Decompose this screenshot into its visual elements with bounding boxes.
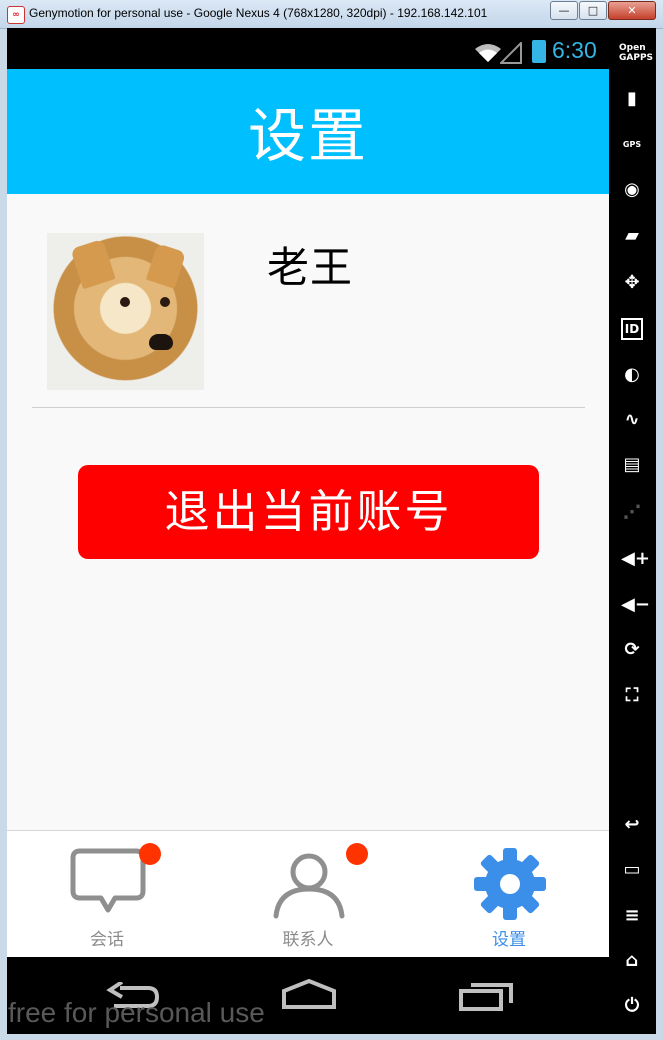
pixel-perfect-icon[interactable]: ⛶ (621, 685, 643, 707)
gear-icon (474, 848, 546, 920)
status-time: 6:30 (552, 37, 597, 63)
home-nav-icon[interactable] (280, 978, 338, 1010)
back-icon[interactable]: ↩ (621, 814, 643, 836)
tab-contacts[interactable]: 联系人 (208, 831, 408, 958)
gps-icon[interactable]: GPS (621, 134, 643, 156)
sms-icon[interactable]: ▤ (621, 454, 643, 476)
device-id-icon[interactable]: ID (621, 318, 643, 340)
dpad-icon[interactable]: ✥ (621, 272, 643, 294)
genymotion-tools-panel: Open GAPPS ▮ GPS ◉ ▰ ✥ ID ◐ ∿ ▤ ⋰ ◀+ ◀− … (609, 32, 656, 1034)
minimize-button[interactable]: — (550, 1, 578, 20)
app-header: 设置 (7, 69, 609, 194)
window-title: Genymotion for personal use - Google Nex… (29, 6, 488, 20)
power-icon[interactable]: ⏻ (621, 995, 643, 1017)
recent-apps-tool-icon[interactable]: ▭ (621, 859, 643, 881)
avatar-nose (149, 334, 173, 350)
watermark: free for personal use (8, 997, 265, 1028)
wifi-icon (475, 44, 501, 62)
username: 老王 (267, 243, 354, 292)
battery-icon (532, 40, 546, 63)
network-icon[interactable]: ∿ (621, 409, 643, 431)
opengapps-icon[interactable]: Open GAPPS (619, 43, 653, 65)
logout-button[interactable]: 退出当前账号 (78, 465, 539, 559)
battery-tool-icon[interactable]: ▮ (621, 88, 643, 110)
media-icon[interactable]: ◐ (621, 364, 643, 386)
webcam-icon[interactable]: ◉ (621, 179, 643, 201)
share-icon: ⋰ (623, 502, 641, 523)
volume-up-icon[interactable]: ◀+ (621, 548, 650, 570)
window-titlebar: ∞ Genymotion for personal use - Google N… (0, 0, 663, 29)
divider (32, 407, 585, 408)
close-button[interactable]: ✕ (608, 1, 656, 20)
screencast-icon[interactable]: ▰ (621, 225, 643, 247)
unread-badge (346, 843, 368, 865)
bottom-tab-bar: 会话 联系人 设置 (7, 830, 609, 958)
tab-settings[interactable]: 设置 (409, 831, 609, 958)
volume-down-icon[interactable]: ◀− (621, 594, 650, 616)
recent-apps-icon[interactable] (457, 979, 515, 1013)
avatar-eye (120, 297, 130, 307)
avatar-eye (160, 297, 170, 307)
avatar[interactable] (47, 233, 204, 390)
page-title: 设置 (247, 102, 368, 170)
genymotion-icon: ∞ (7, 6, 25, 24)
rotate-icon[interactable]: ⟳ (621, 639, 643, 661)
home-icon[interactable]: ⌂ (621, 950, 643, 972)
person-icon (273, 853, 345, 919)
menu-icon[interactable]: ≡ (621, 905, 643, 927)
tab-label-chat: 会话 (90, 930, 124, 950)
unread-badge (139, 843, 161, 865)
signal-icon (500, 42, 522, 64)
status-bar: 6:30 (7, 32, 609, 69)
tab-label-contacts: 联系人 (282, 930, 334, 950)
tab-label-settings: 设置 (492, 930, 526, 950)
tab-chat[interactable]: 会话 (7, 831, 207, 958)
chat-bubble-icon (70, 848, 146, 913)
maximize-button[interactable]: □ (579, 1, 607, 20)
